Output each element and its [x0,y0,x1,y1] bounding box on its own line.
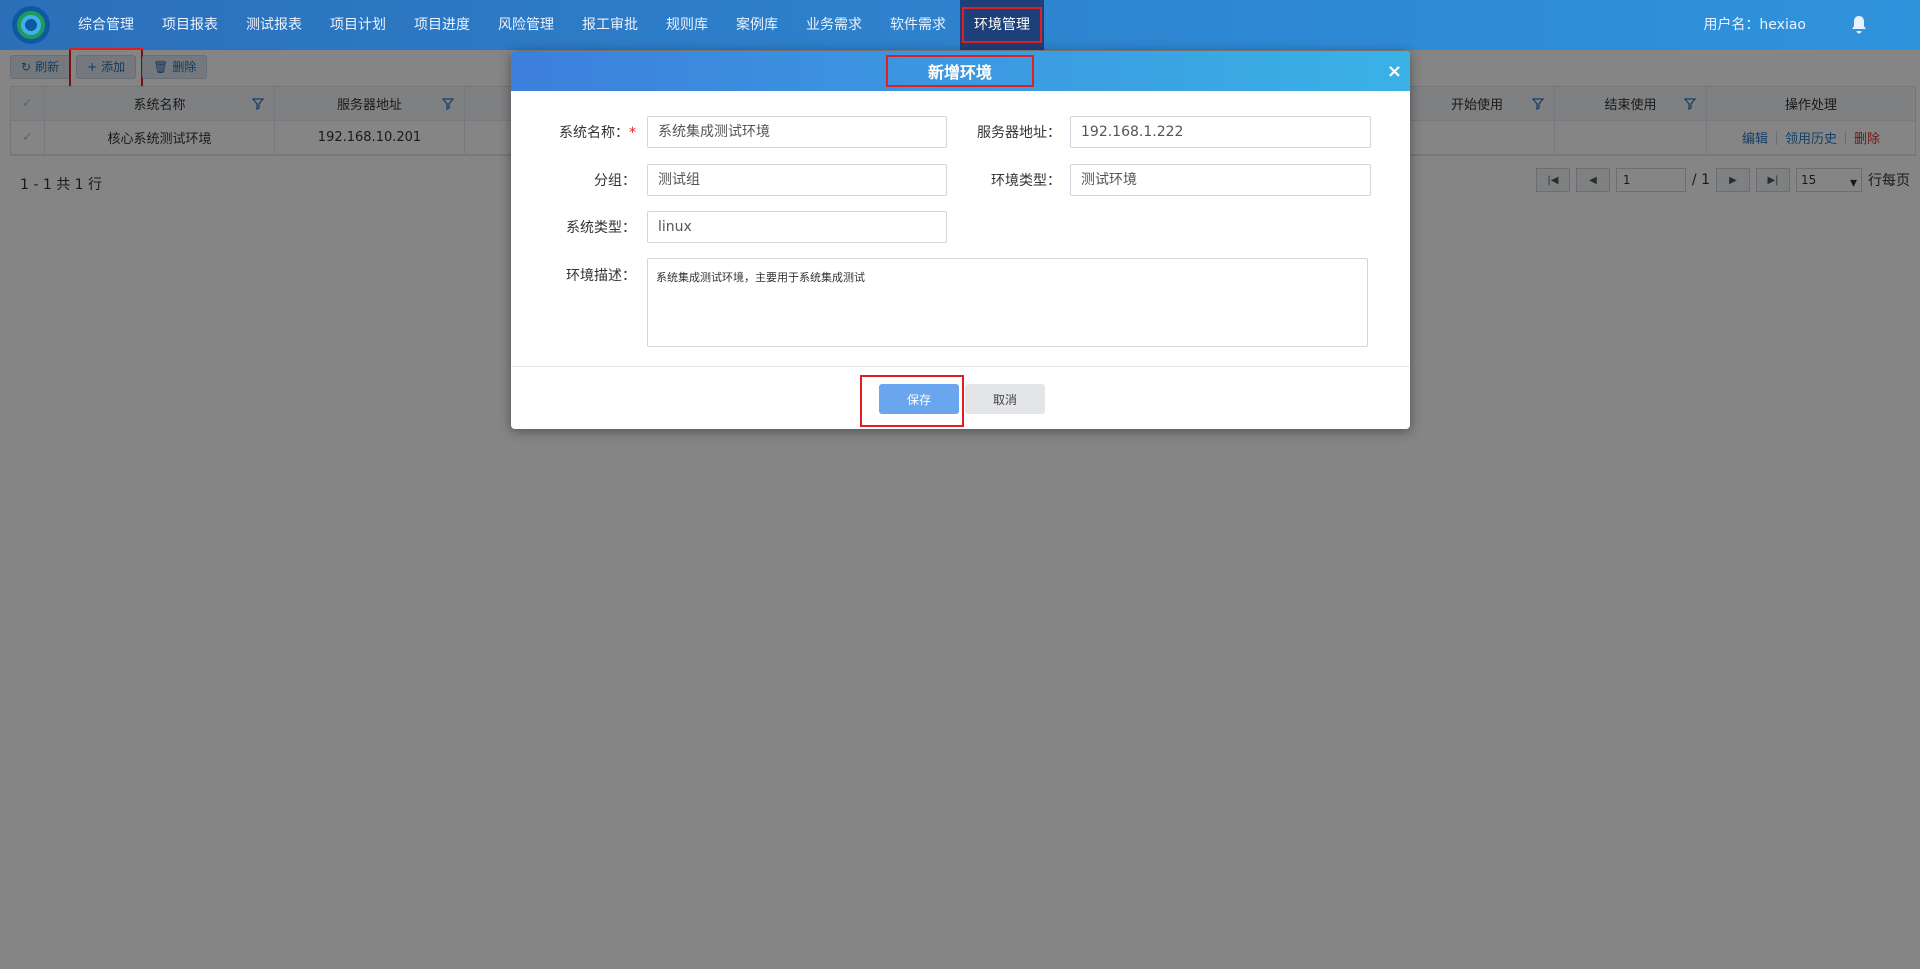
close-icon[interactable]: × [1387,61,1402,82]
nav-item-test-report[interactable]: 测试报表 [232,0,316,50]
dialog-footer-divider [511,366,1410,367]
system-name-label: 系统名称：* [526,122,636,142]
nav-item-cases[interactable]: 案例库 [722,0,792,50]
nav-item-comprehensive[interactable]: 综合管理 [64,0,148,50]
system-name-label-text: 系统名称： [559,125,629,141]
logo-icon [12,6,50,44]
group-input[interactable]: 测试组 [647,164,947,196]
os-type-input[interactable]: linux [647,211,947,243]
nav-item-software-req[interactable]: 软件需求 [876,0,960,50]
nav-item-project-plan[interactable]: 项目计划 [316,0,400,50]
nav-item-project-report[interactable]: 项目报表 [148,0,232,50]
group-label: 分组： [594,173,636,189]
required-mark: * [629,125,636,141]
top-nav-bar: 综合管理 项目报表 测试报表 项目计划 项目进度 风险管理 报工审批 规则库 案… [0,0,1920,50]
nav-item-risk[interactable]: 风险管理 [484,0,568,50]
bell-icon[interactable] [1850,15,1868,35]
description-label: 环境描述： [566,268,636,284]
env-type-input[interactable]: 测试环境 [1070,164,1371,196]
main-nav: 综合管理 项目报表 测试报表 项目计划 项目进度 风险管理 报工审批 规则库 案… [64,0,1044,50]
highlight-box [860,375,964,427]
description-textarea[interactable]: 系统集成测试环境，主要用于系统集成测试 [647,258,1368,347]
dialog-title: 新增环境 [886,55,1034,87]
add-environment-dialog: 新增环境 × 系统名称：* 系统集成测试环境 服务器地址： 192.168.1.… [511,51,1410,429]
highlight-box [962,7,1042,43]
nav-item-rules[interactable]: 规则库 [652,0,722,50]
env-type-label: 环境类型： [991,173,1061,189]
username-label: 用户名：hexiao [1703,17,1806,33]
cancel-button[interactable]: 取消 [965,384,1045,414]
server-address-label: 服务器地址： [977,125,1061,141]
os-type-label: 系统类型： [566,220,636,236]
nav-item-work-approval[interactable]: 报工审批 [568,0,652,50]
server-address-input[interactable]: 192.168.1.222 [1070,116,1371,148]
system-name-input[interactable]: 系统集成测试环境 [647,116,947,148]
nav-item-project-progress[interactable]: 项目进度 [400,0,484,50]
nav-item-environment[interactable]: 环境管理 [960,0,1044,50]
nav-item-business-req[interactable]: 业务需求 [792,0,876,50]
dialog-header: 新增环境 × [511,51,1410,91]
